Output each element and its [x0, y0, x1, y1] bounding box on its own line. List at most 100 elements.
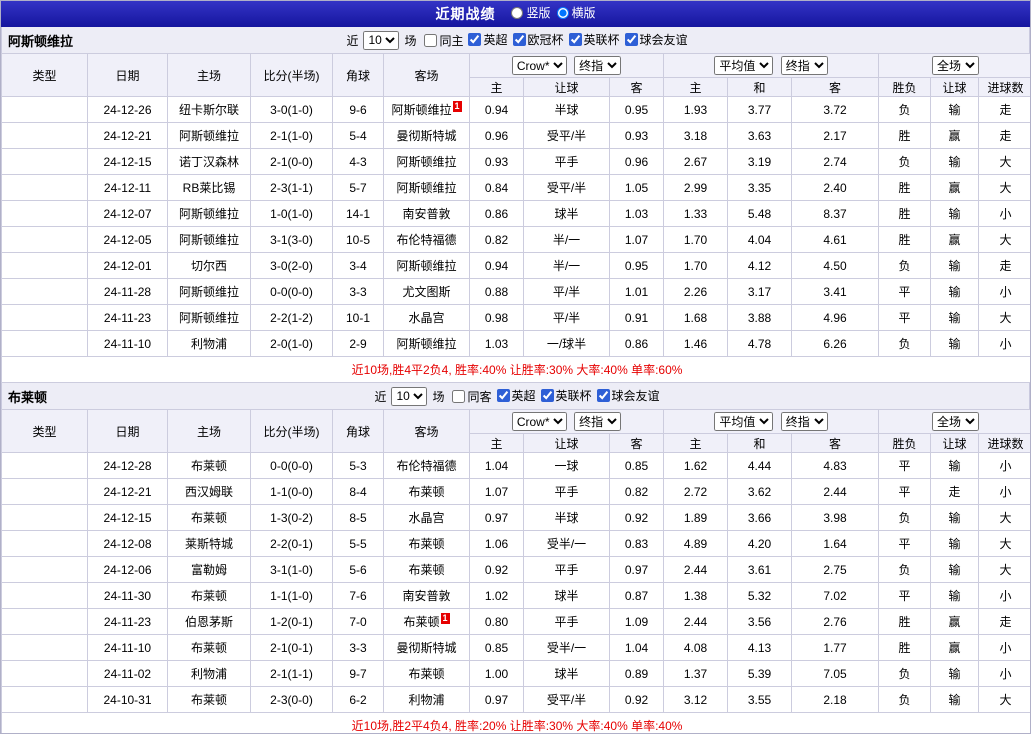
result-goals-cell: 大 — [978, 174, 1030, 201]
match-row: 英超 24-11-30 布莱顿 1-1(1-0) 7-6 南安普敦 1.02 球半 0.87 1.… — [1, 582, 1030, 609]
league-cell: 英超 — [1, 122, 88, 149]
result-handicap-cell: 走 — [930, 478, 980, 505]
away-team-cell: 阿斯顿维拉 — [383, 174, 470, 201]
col-type: 类型 — [1, 409, 88, 453]
home-team-cell: 布莱顿 — [167, 452, 251, 479]
score-cell: 3-1(1-0) — [250, 556, 333, 583]
odds-away-cell: 0.83 — [608, 530, 665, 557]
home-team-cell: 莱斯特城 — [167, 530, 251, 557]
subcolumn-header: 客 — [608, 433, 665, 453]
team-label: 南安普敦 — [402, 207, 451, 221]
team-name: 阿斯顿维拉 — [8, 33, 74, 49]
odds-home-cell: 1.00 — [469, 660, 524, 687]
league-checkbox[interactable] — [540, 389, 554, 402]
avg-source-select[interactable]: 平均值 — [714, 412, 774, 431]
league-filter[interactable]: 球会友谊 — [624, 31, 688, 48]
result-goals-cell: 小 — [978, 452, 1030, 479]
corner-cell: 5-7 — [332, 174, 384, 201]
team-label: 利物浦 — [190, 337, 227, 351]
odds-source-select[interactable]: Crow* — [511, 412, 567, 431]
score-cell: 0-0(0-0) — [250, 452, 333, 479]
same-venue-filter[interactable]: 同客 — [452, 388, 492, 405]
league-filter[interactable]: 英联杯 — [540, 387, 592, 404]
avg-home-cell: 1.70 — [663, 252, 729, 279]
league-filter[interactable]: 英联杯 — [568, 31, 620, 48]
team-label: 富勒姆 — [190, 563, 227, 577]
odds-handicap-cell: 一/球半 — [523, 330, 610, 357]
same-venue-checkbox[interactable] — [452, 389, 466, 403]
odds-source-select[interactable]: Crow* — [511, 56, 567, 75]
filter-bar: 近 10 场 同客 英超 英联杯 球会友谊 — [371, 386, 660, 406]
league-filter[interactable]: 球会友谊 — [596, 387, 660, 404]
score-cell: 3-1(3-0) — [250, 226, 333, 253]
odds-handicap-cell: 平手 — [523, 148, 610, 175]
date-cell: 24-12-07 — [87, 200, 168, 227]
corner-cell: 9-7 — [332, 660, 384, 687]
avg-draw-cell: 4.13 — [727, 634, 793, 661]
home-team-cell: 富勒姆 — [167, 556, 251, 583]
result-handicap-cell: 输 — [930, 556, 980, 583]
date-cell: 24-12-15 — [87, 148, 168, 175]
league-cell: 英超 — [1, 452, 88, 479]
result-goals-cell: 小 — [978, 200, 1030, 227]
avg-home-cell: 3.18 — [663, 122, 729, 149]
league-checkbox[interactable] — [496, 389, 510, 402]
away-team-cell: 布莱顿 — [383, 478, 470, 505]
date-cell: 24-12-08 — [87, 530, 168, 557]
match-count-select[interactable]: 10 — [363, 30, 400, 50]
league-cell: 英超 — [1, 582, 88, 609]
match-row: 英超 24-12-21 阿斯顿维拉 2-1(1-0) 5-4 曼彻斯特城 0.96 受平/半 0… — [1, 122, 1030, 149]
match-count-select[interactable]: 10 — [391, 386, 428, 406]
league-checkbox[interactable] — [512, 33, 526, 46]
matches-table: 类型 日期 主场 比分(半场) 角球 客场 Crow* 终指 平均值 终指 全场… — [1, 409, 1030, 733]
team-label: 阿斯顿维拉 — [396, 337, 457, 351]
col-date: 日期 — [87, 53, 168, 97]
full-scope-select[interactable]: 全场 — [932, 56, 980, 75]
subcolumn-header: 和 — [727, 433, 793, 453]
avg-kind-select[interactable]: 终指 — [780, 412, 828, 431]
layout-option[interactable]: 横版 — [556, 4, 596, 21]
matches-table: 类型 日期 主场 比分(半场) 角球 客场 Crow* 终指 平均值 终指 全场… — [1, 53, 1030, 383]
league-filter[interactable]: 英超 — [496, 387, 536, 404]
away-team-cell: 布莱顿 — [383, 530, 470, 557]
avg-away-cell: 2.75 — [791, 556, 880, 583]
layout-radio[interactable] — [556, 6, 569, 19]
league-checkbox[interactable] — [468, 33, 482, 46]
layout-radio[interactable] — [511, 6, 524, 19]
layout-option-label: 竖版 — [526, 6, 551, 21]
avg-home-cell: 1.62 — [663, 452, 729, 479]
result-handicap-cell: 输 — [930, 686, 980, 713]
topbar: 近期战绩 竖版 横版 — [1, 1, 1030, 27]
odds-kind-select[interactable]: 终指 — [574, 56, 622, 75]
full-scope-select[interactable]: 全场 — [932, 412, 980, 431]
same-venue-checkbox[interactable] — [424, 33, 438, 47]
league-checkbox[interactable] — [596, 389, 610, 402]
league-filter-label: 英超 — [511, 389, 536, 403]
avg-source-select[interactable]: 平均值 — [714, 56, 774, 75]
result-handicap-cell: 赢 — [930, 122, 980, 149]
near-label: 近 — [374, 389, 387, 404]
avg-away-cell: 7.02 — [791, 582, 880, 609]
result-outcome-cell: 负 — [878, 330, 932, 357]
league-checkbox[interactable] — [624, 33, 638, 46]
result-goals-cell: 小 — [978, 660, 1030, 687]
odds-home-cell: 0.93 — [469, 148, 524, 175]
match-row: 英超 24-11-23 伯恩茅斯 1-2(0-1) 7-0 布莱顿 1 0.80 平手 1.09 2… — [1, 608, 1030, 635]
avg-away-cell: 7.05 — [791, 660, 880, 687]
corner-cell: 10-1 — [332, 304, 384, 331]
odds-away-cell: 0.89 — [608, 660, 665, 687]
team-label: 水晶宫 — [408, 511, 445, 525]
avg-away-cell: 4.50 — [791, 252, 880, 279]
odds-kind-select[interactable]: 终指 — [574, 412, 622, 431]
same-venue-filter[interactable]: 同主 — [424, 32, 463, 49]
avg-draw-cell: 3.63 — [727, 122, 793, 149]
avg-away-cell: 4.96 — [791, 304, 880, 331]
odds-handicap-cell: 一球 — [523, 452, 610, 479]
avg-kind-select[interactable]: 终指 — [780, 56, 828, 75]
league-filter[interactable]: 英超 — [468, 31, 508, 48]
odds-handicap-cell: 球半 — [523, 582, 610, 609]
league-filter[interactable]: 欧冠杯 — [512, 31, 564, 48]
league-checkbox[interactable] — [568, 33, 582, 46]
layout-option[interactable]: 竖版 — [511, 4, 551, 21]
league-cell: 英超 — [1, 504, 88, 531]
